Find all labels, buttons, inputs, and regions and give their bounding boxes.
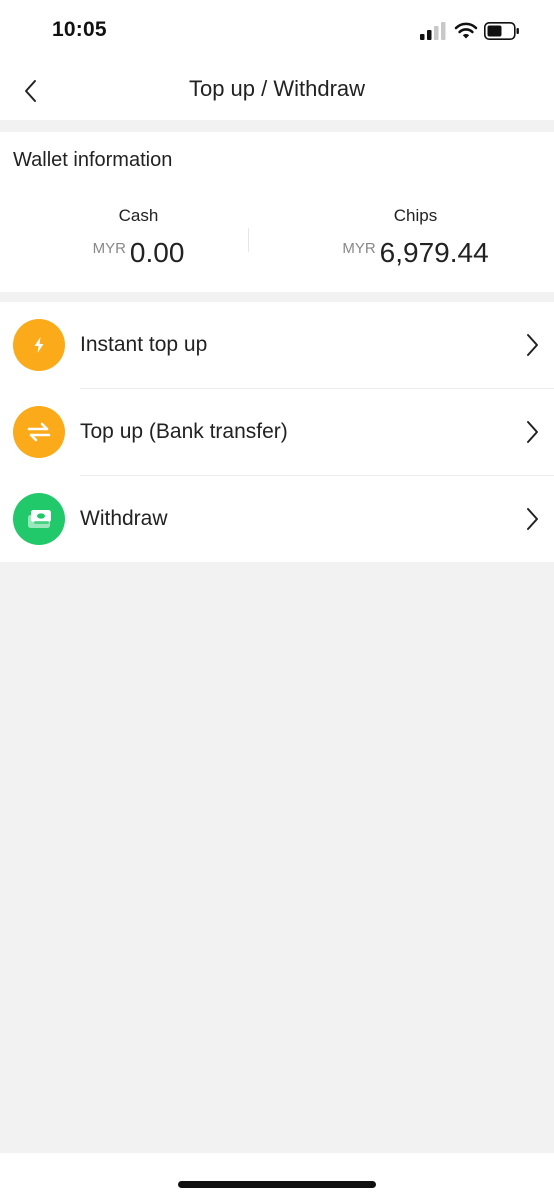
chips-currency: MYR xyxy=(342,240,376,257)
wallet-chips: Chips MYR 6,979.44 xyxy=(277,206,554,268)
wallet-heading: Wallet information xyxy=(13,149,173,171)
chevron-right-icon xyxy=(527,334,538,356)
cash-value: 0.00 xyxy=(129,237,185,268)
cash-amount: MYR 0.00 xyxy=(0,238,277,268)
bottom-bar xyxy=(0,1153,554,1198)
menu-item-label: Withdraw xyxy=(80,507,168,530)
screen: 10:05 Top up / Withdraw Wallet informati… xyxy=(0,0,554,1198)
menu-item-label: Top up (Bank transfer) xyxy=(80,420,288,443)
menu-item-label: Instant top up xyxy=(80,333,208,356)
action-menu: Instant top up Top up (Bank transfer) Wi… xyxy=(0,302,554,562)
status-bar: 10:05 xyxy=(0,0,554,62)
chips-value: 6,979.44 xyxy=(379,237,489,268)
cash-currency: MYR xyxy=(92,240,126,257)
wallet-divider xyxy=(248,228,249,252)
transfer-arrows-icon xyxy=(13,406,65,458)
status-icons xyxy=(420,20,520,42)
lightning-icon xyxy=(13,319,65,371)
chevron-right-icon xyxy=(527,421,538,443)
cash-stack-icon xyxy=(13,493,65,545)
wallet-cash: Cash MYR 0.00 xyxy=(0,206,277,268)
battery-icon xyxy=(484,22,519,40)
status-time: 10:05 xyxy=(52,18,107,41)
signal-icon xyxy=(420,22,446,40)
chevron-right-icon xyxy=(527,508,538,530)
cash-label: Cash xyxy=(118,206,159,225)
page-title: Top up / Withdraw xyxy=(188,76,366,101)
chips-label: Chips xyxy=(393,206,438,225)
wallet-card: Wallet information Cash MYR 0.00 Chips M… xyxy=(0,132,554,292)
chips-amount: MYR 6,979.44 xyxy=(277,238,554,268)
menu-item-instant-top-up[interactable]: Instant top up xyxy=(0,302,554,388)
wifi-icon xyxy=(454,22,478,39)
nav-bar: Top up / Withdraw xyxy=(0,62,554,120)
home-indicator[interactable] xyxy=(178,1181,376,1188)
menu-item-withdraw[interactable]: Withdraw xyxy=(0,476,554,562)
menu-item-bank-transfer[interactable]: Top up (Bank transfer) xyxy=(0,389,554,475)
